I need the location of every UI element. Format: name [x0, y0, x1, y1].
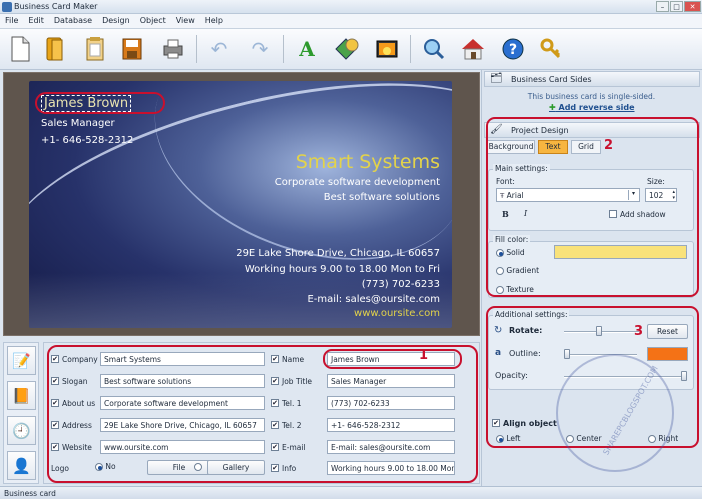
card-job-title[interactable]: Sales Manager: [41, 118, 115, 129]
status-text: Business card: [4, 489, 56, 498]
annotation-design-box: [486, 117, 699, 297]
print-icon[interactable]: [158, 34, 188, 64]
menu-object[interactable]: Object: [135, 14, 171, 25]
preview-icon[interactable]: [419, 34, 449, 64]
toolbar: ↶ ↷ A ?: [0, 29, 702, 70]
card-about[interactable]: Best software solutions: [324, 192, 440, 203]
menu-design[interactable]: Design: [97, 14, 135, 25]
app-icon: [2, 2, 12, 12]
menu-file[interactable]: File: [0, 14, 23, 25]
card-phone[interactable]: +1- 646-528-2312: [41, 135, 133, 146]
card-address[interactable]: 29E Lake Shore Drive, Chicago, IL 60657: [236, 248, 440, 259]
card-hours[interactable]: Working hours 9.00 to 18.00 Mon to Fri: [245, 264, 440, 275]
card-slogan[interactable]: Corporate software development: [275, 177, 440, 188]
undo-icon[interactable]: ↶: [204, 34, 234, 64]
annotation-name-box: [323, 349, 462, 369]
card-website[interactable]: www.oursite.com: [354, 308, 440, 319]
add-reverse-side-link[interactable]: ✚ Add reverse side: [549, 103, 635, 112]
menu-database[interactable]: Database: [49, 14, 97, 25]
left-tool-panel: 📝 📙 🕘 👤: [3, 342, 39, 484]
business-card[interactable]: James Brown Sales Manager +1- 646-528-23…: [29, 81, 452, 328]
menu-help[interactable]: Help: [200, 14, 228, 25]
save-icon[interactable]: [117, 34, 147, 64]
maximize-button[interactable]: □: [670, 1, 683, 12]
menu-bar: File Edit Database Design Object View Help: [0, 14, 702, 29]
add-shape-icon[interactable]: [333, 34, 363, 64]
book-icon[interactable]: 📙: [7, 381, 36, 410]
card-email[interactable]: E-mail: sales@oursite.com: [307, 294, 440, 305]
sides-icon: 🗂: [490, 73, 503, 84]
templates-icon[interactable]: [80, 34, 110, 64]
annotation-number-1: 1: [419, 348, 429, 363]
window-title: Business Card Maker: [14, 2, 98, 11]
card-company[interactable]: Smart Systems: [296, 151, 440, 173]
close-button[interactable]: ✕: [684, 1, 701, 12]
title-bar: Business Card Maker – □ ✕: [0, 0, 702, 14]
watermark-stamp: SHAREPCBLOGSPOT.COM: [556, 354, 674, 472]
user-search-icon[interactable]: 👤: [7, 451, 36, 480]
svg-text:?: ?: [509, 42, 517, 58]
open-icon[interactable]: [40, 34, 70, 64]
card-fields-panel: ✔ Company Smart Systems ✔ Slogan Best soft…: [43, 342, 480, 484]
home-icon[interactable]: [458, 34, 488, 64]
menu-view[interactable]: View: [171, 14, 200, 25]
card-tel[interactable]: (773) 702-6233: [362, 279, 440, 290]
sides-info: This business card is single-sided.: [527, 92, 656, 101]
help-icon[interactable]: ?: [498, 34, 528, 64]
add-icon: ✚: [549, 103, 556, 112]
sides-header: Business Card Sides: [484, 71, 700, 87]
key-icon[interactable]: [536, 34, 566, 64]
add-image-icon[interactable]: [372, 34, 402, 64]
clock-icon[interactable]: 🕘: [7, 416, 36, 445]
new-icon[interactable]: [5, 34, 35, 64]
minimize-button[interactable]: –: [656, 1, 669, 12]
add-text-icon[interactable]: A: [292, 34, 322, 64]
status-bar: Business card: [0, 486, 702, 499]
design-canvas[interactable]: James Brown Sales Manager +1- 646-528-23…: [3, 72, 480, 336]
edit-text-icon[interactable]: 📝: [7, 346, 36, 375]
menu-edit[interactable]: Edit: [23, 14, 49, 25]
annotation-name-highlight: [35, 92, 165, 114]
redo-icon[interactable]: ↷: [245, 34, 275, 64]
